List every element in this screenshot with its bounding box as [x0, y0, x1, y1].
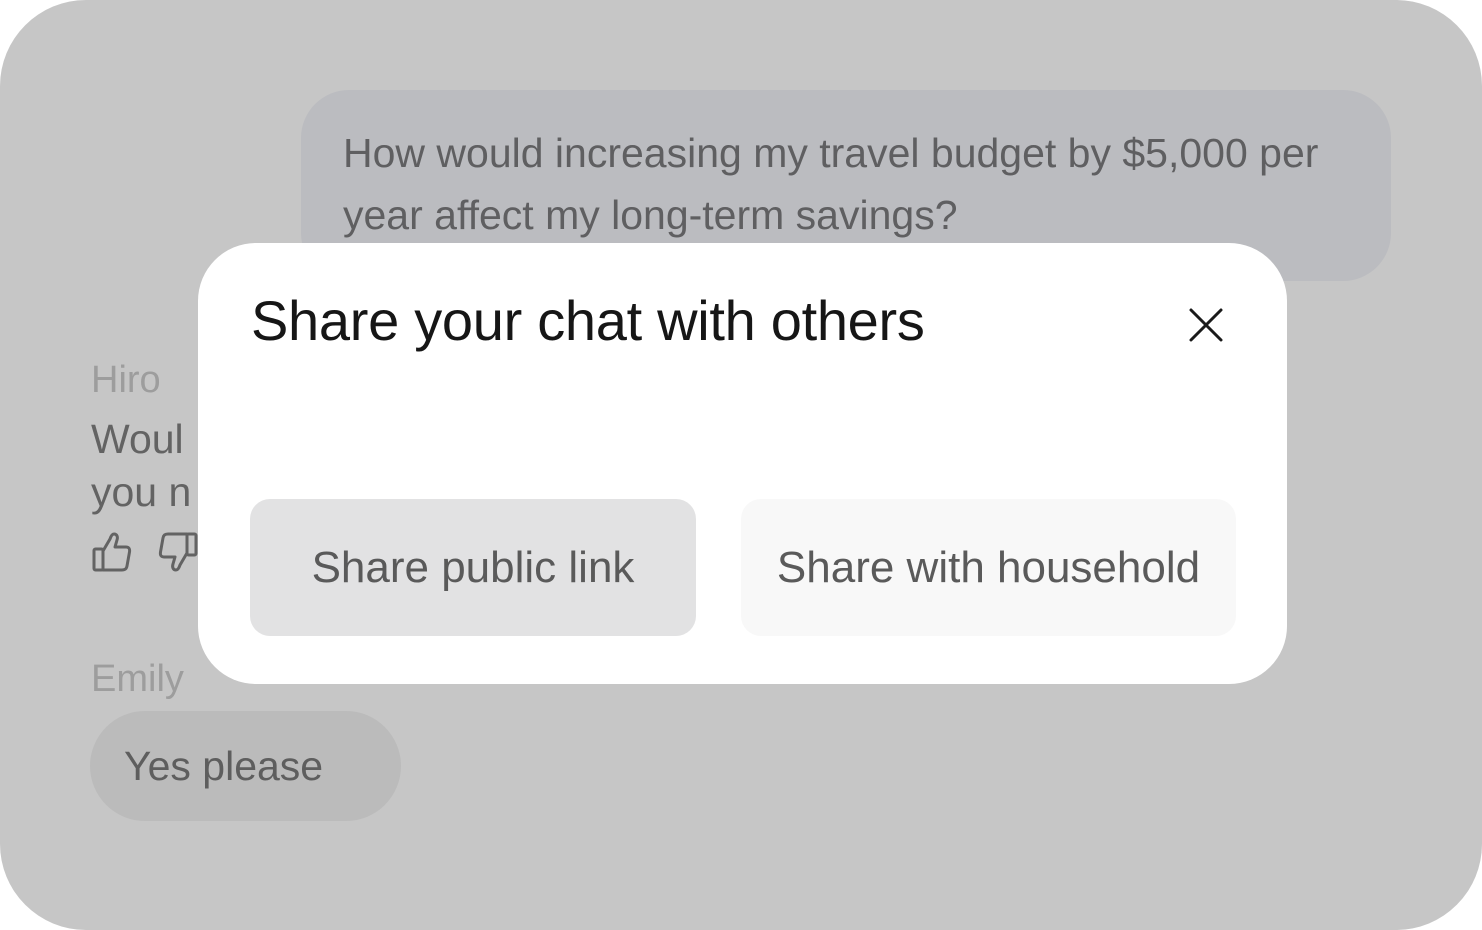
share-public-link-button[interactable]: Share public link: [250, 499, 696, 636]
message-feedback: [92, 530, 198, 574]
share-dialog: Share your chat with others Share public…: [198, 243, 1287, 684]
user-message-text: How would increasing my travel budget by…: [343, 130, 1319, 238]
share-with-household-button[interactable]: Share with household: [741, 499, 1236, 636]
thumbs-down-icon[interactable]: [158, 530, 198, 574]
assistant-message-line: Woul you n: [91, 416, 192, 515]
reply-sender-name: Emily: [91, 658, 184, 700]
dialog-title: Share your chat with others: [251, 289, 925, 352]
reply-message-text: Yes please: [124, 742, 324, 789]
close-button[interactable]: [1180, 299, 1232, 351]
reply-message-bubble: Yes please: [90, 711, 401, 821]
assistant-sender-name: Hiro: [91, 359, 161, 401]
close-icon: [1189, 308, 1223, 342]
app-frame: How would increasing my travel budget by…: [0, 0, 1482, 930]
thumbs-up-icon[interactable]: [92, 530, 132, 574]
